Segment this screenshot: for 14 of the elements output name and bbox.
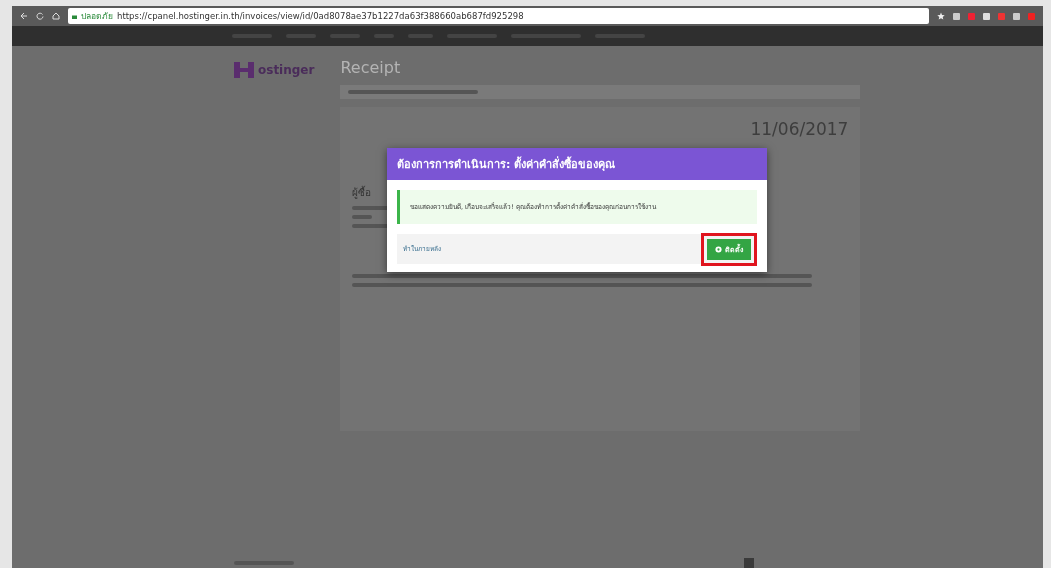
page-title: Receipt xyxy=(340,58,402,77)
buyer-heading: ผู้ซื้อ xyxy=(352,185,373,200)
url-text: https://cpanel.hostinger.in.th/invoices/view/id/0ad8078ae37b1227da63f388660ab687fd925298 xyxy=(117,11,524,21)
dialog-title: ต้องการการดำเนินการ: ตั้งค่าคำสั่งซื้อของคุณ xyxy=(387,148,767,180)
lock-icon xyxy=(72,13,77,19)
back-arrow-icon[interactable] xyxy=(20,12,28,20)
address-bar[interactable]: ปลอดภัย https://cpanel.hostinger.in.th/invoices/view/id/0ad8078ae37b1227da63f388660ab687fd925298 xyxy=(68,8,929,24)
home-icon[interactable] xyxy=(52,12,60,20)
reload-icon[interactable] xyxy=(36,12,44,20)
logo-text: ostinger xyxy=(258,63,315,77)
security-label: ปลอดภัย xyxy=(81,10,113,23)
logo-icon xyxy=(232,60,256,80)
gear-icon xyxy=(715,245,722,253)
star-icon[interactable] xyxy=(937,12,945,20)
